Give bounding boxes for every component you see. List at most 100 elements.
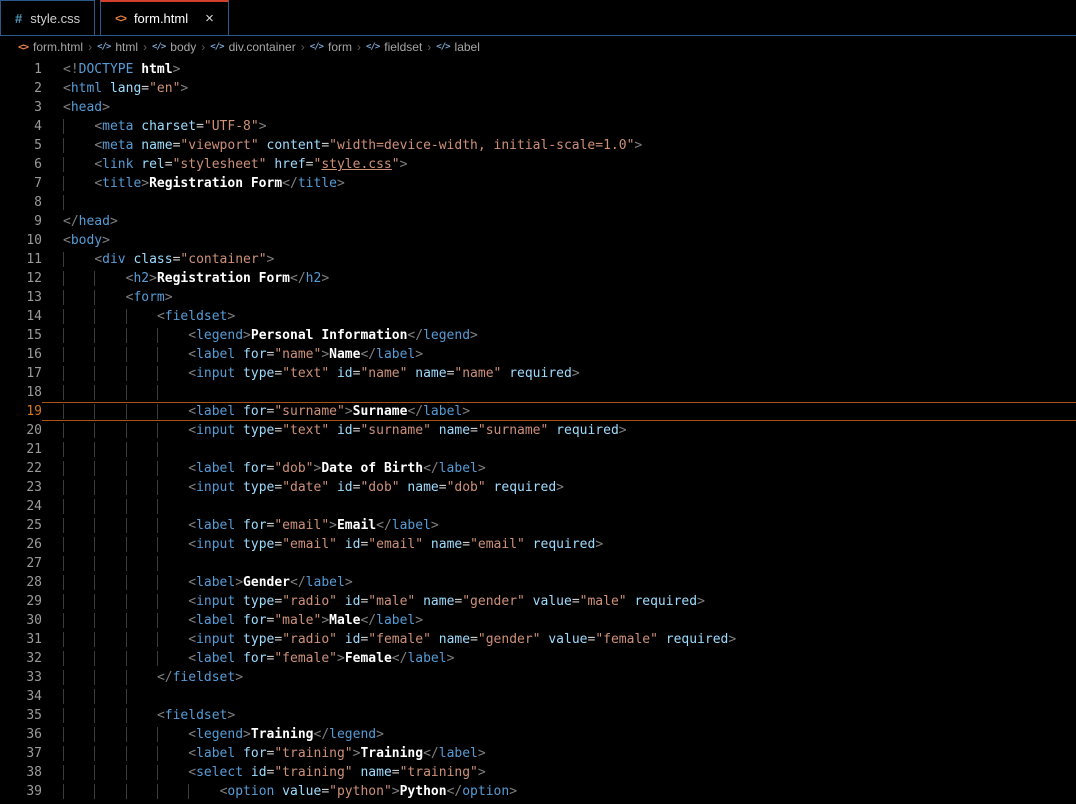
code-line[interactable]: 18: [0, 383, 1076, 402]
code-line-content: <title>Registration Form</title>: [42, 174, 1076, 193]
code-line-content: <label for="dob">Date of Birth</label>: [42, 459, 1076, 478]
code-line-content: <input type="radio" id="male" name="gend…: [42, 592, 1076, 611]
code-line-content: <!DOCTYPE html>: [63, 62, 181, 77]
code-line[interactable]: 6 <link rel="stylesheet" href="style.css…: [0, 155, 1076, 174]
code-line[interactable]: 14 <fieldset>: [0, 307, 1076, 326]
code-line-content: [42, 383, 1076, 402]
breadcrumb-item[interactable]: </> body: [152, 40, 196, 54]
breadcrumb-item[interactable]: </> label: [436, 40, 480, 54]
code-line[interactable]: 30 <label for="male">Male</label>: [0, 611, 1076, 630]
code-line[interactable]: 1 <!DOCTYPE html>: [0, 60, 1076, 79]
code-line[interactable]: 27: [0, 554, 1076, 573]
tab-bar: # style.css <> form.html ×: [0, 0, 1076, 36]
code-line[interactable]: 3 <head>: [0, 98, 1076, 117]
breadcrumb-item[interactable]: <> form.html: [18, 40, 83, 54]
line-number: 38: [26, 765, 42, 780]
code-line[interactable]: 9 </head>: [0, 212, 1076, 231]
code-line[interactable]: 11 <div class="container">: [0, 250, 1076, 269]
code-line-content: <label for="email">Email</label>: [42, 516, 1076, 535]
code-line[interactable]: 37 <label for="training">Training</label…: [0, 744, 1076, 763]
code-line-content: <input type="radio" id="female" name="ge…: [42, 630, 1076, 649]
code-line-content: [42, 440, 1076, 459]
chevron-right-icon: ›: [143, 40, 147, 54]
code-line[interactable]: 21: [0, 440, 1076, 459]
breadcrumb-item[interactable]: </> form: [310, 40, 352, 54]
line-number: 21: [26, 442, 42, 457]
code-line[interactable]: 2 <html lang="en">: [0, 79, 1076, 98]
line-number: 25: [26, 518, 42, 533]
code-area[interactable]: 1 <!DOCTYPE html> 2 <html lang="en"> 3 <head>…: [0, 58, 1076, 804]
breadcrumb: <> form.html › </> html › </> body › </> div.conta…: [0, 36, 1076, 58]
element-symbol-icon: </>: [309, 42, 324, 52]
code-line-content: <label for="female">Female</label>: [42, 649, 1076, 668]
code-line[interactable]: 13 <form>: [0, 288, 1076, 307]
code-line-content: <html lang="en">: [63, 81, 189, 96]
line-number: 37: [26, 746, 42, 761]
code-line-content: [42, 687, 1076, 706]
breadcrumb-label: body: [170, 40, 197, 54]
code-line[interactable]: 5 <meta name="viewport" content="width=d…: [0, 136, 1076, 155]
line-number: 3: [34, 100, 42, 115]
breadcrumb-label: label: [454, 40, 480, 54]
code-line[interactable]: 38 <select id="training" name="training"…: [0, 763, 1076, 782]
code-line[interactable]: 4 <meta charset="UTF-8">: [0, 117, 1076, 136]
code-line[interactable]: 32 <label for="female">Female</label>: [0, 649, 1076, 668]
line-number: 39: [26, 784, 42, 799]
tab-label: style.css: [30, 10, 81, 26]
code-line[interactable]: 8: [0, 193, 1076, 212]
css-file-icon: #: [15, 10, 23, 26]
code-line-content: <h2>Registration Form</h2>: [42, 269, 1076, 288]
chevron-right-icon: ›: [427, 40, 432, 54]
code-line-content: <label for="training">Training</label>: [42, 744, 1076, 763]
code-line[interactable]: 12 <h2>Registration Form</h2>: [0, 269, 1076, 288]
line-number: 19: [26, 404, 42, 419]
code-line[interactable]: 33 </fieldset>: [0, 668, 1076, 687]
code-line[interactable]: 24: [0, 497, 1076, 516]
line-number: 31: [26, 632, 42, 647]
code-line-content: <label>Gender</label>: [42, 573, 1076, 592]
code-line[interactable]: 7 <title>Registration Form</title>: [0, 174, 1076, 193]
line-number: 13: [26, 290, 42, 305]
chevron-right-icon: ›: [300, 40, 305, 54]
code-line[interactable]: 28 <label>Gender</label>: [0, 573, 1076, 592]
code-line[interactable]: 10 <body>: [0, 231, 1076, 250]
code-line-content: <meta name="viewport" content="width=dev…: [42, 136, 1076, 155]
code-line-content: <input type="email" id="email" name="ema…: [42, 535, 1076, 554]
code-line-content: <body>: [63, 233, 110, 248]
code-line[interactable]: 23 <input type="date" id="dob" name="dob…: [0, 478, 1076, 497]
line-number: 11: [26, 252, 42, 267]
line-number: 7: [34, 176, 42, 191]
code-line[interactable]: 22 <label for="dob">Date of Birth</label…: [0, 459, 1076, 478]
code-line-content: <form>: [42, 288, 1076, 307]
code-line[interactable]: 20 <input type="text" id="surname" name=…: [0, 421, 1076, 440]
line-number: 22: [26, 461, 42, 476]
breadcrumb-label: form: [327, 40, 352, 54]
tab-form-html[interactable]: <> form.html ×: [100, 0, 229, 35]
breadcrumb-label: html: [115, 40, 138, 54]
line-number: 26: [26, 537, 42, 552]
breadcrumb-item[interactable]: </> div.container: [210, 40, 295, 54]
close-icon[interactable]: ×: [205, 11, 214, 26]
code-line[interactable]: 39 <option value="python">Python</option…: [0, 782, 1076, 801]
code-line-content: <input type="text" id="name" name="name"…: [42, 364, 1076, 383]
code-line[interactable]: 35 <fieldset>: [0, 706, 1076, 725]
code-line[interactable]: 26 <input type="email" id="email" name="…: [0, 535, 1076, 554]
code-line-content: <label for="surname">Surname</label>: [42, 402, 1076, 421]
line-number: 23: [26, 480, 42, 495]
code-line[interactable]: 31 <input type="radio" id="female" name=…: [0, 630, 1076, 649]
breadcrumb-item[interactable]: </> html: [97, 40, 138, 54]
code-line[interactable]: 16 <label for="name">Name</label>: [0, 345, 1076, 364]
breadcrumb-label: form.html: [33, 40, 84, 54]
code-line[interactable]: 34: [0, 687, 1076, 706]
code-line[interactable]: 29 <input type="radio" id="male" name="g…: [0, 592, 1076, 611]
code-line[interactable]: 15 <legend>Personal Information</legend>: [0, 326, 1076, 345]
code-line[interactable]: 17 <input type="text" id="name" name="na…: [0, 364, 1076, 383]
code-line[interactable]: 19 <label for="surname">Surname</label>: [0, 402, 1076, 421]
code-line[interactable]: 36 <legend>Training</legend>: [0, 725, 1076, 744]
line-number: 36: [26, 727, 42, 742]
breadcrumb-item[interactable]: </> fieldset: [366, 40, 422, 54]
code-line[interactable]: 25 <label for="email">Email</label>: [0, 516, 1076, 535]
tab-style-css[interactable]: # style.css: [0, 0, 96, 35]
line-number: 34: [26, 689, 42, 704]
code-line-content: </head>: [63, 214, 118, 229]
